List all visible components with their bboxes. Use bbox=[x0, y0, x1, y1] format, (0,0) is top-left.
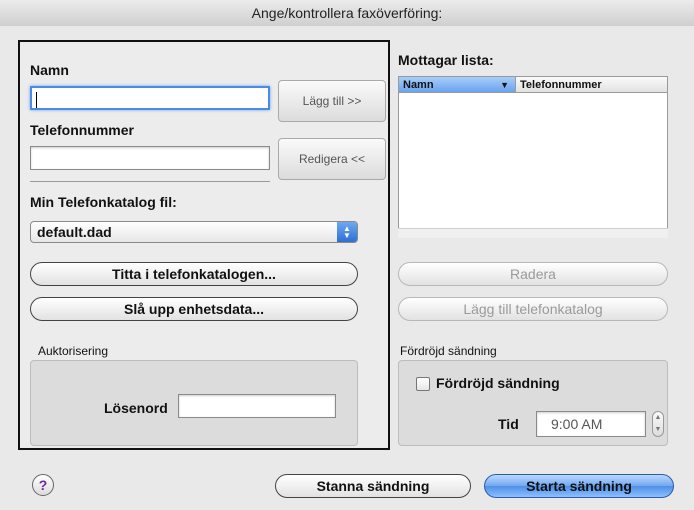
phone-input[interactable] bbox=[30, 146, 270, 170]
delay-checkbox[interactable] bbox=[416, 377, 430, 391]
window-title: Ange/kontrollera faxöverföring: bbox=[0, 0, 694, 27]
name-input[interactable] bbox=[30, 86, 270, 110]
add-button[interactable]: Lägg till >> bbox=[278, 80, 386, 122]
time-input[interactable]: 9:00 AM bbox=[536, 411, 646, 437]
delay-group-label: Fördröjd sändning bbox=[400, 344, 497, 358]
catalog-select-value: default.dad bbox=[37, 224, 112, 240]
stop-sending-button[interactable]: Stanna sändning bbox=[275, 474, 471, 498]
add-to-catalog-button[interactable]: Lägg till telefonkatalog bbox=[398, 297, 668, 321]
delete-button[interactable]: Radera bbox=[398, 262, 668, 286]
edit-button[interactable]: Redigera << bbox=[278, 138, 386, 180]
column-header-name[interactable]: Namn ▼ bbox=[399, 77, 515, 93]
time-label: Tid bbox=[498, 416, 519, 432]
browse-catalog-button[interactable]: Titta i telefonkatalogen... bbox=[30, 262, 358, 286]
catalog-label: Min Telefonkatalog fil: bbox=[30, 194, 177, 210]
catalog-select[interactable]: default.dad ▲ ▼ bbox=[30, 221, 358, 243]
column-header-phone-label: Telefonnummer bbox=[520, 79, 602, 91]
password-input[interactable] bbox=[178, 394, 336, 418]
auth-group-label: Auktorisering bbox=[38, 344, 109, 358]
recipient-list-label: Mottagar lista: bbox=[398, 52, 494, 68]
column-header-phone[interactable]: Telefonnummer bbox=[515, 77, 667, 93]
divider bbox=[30, 181, 270, 182]
password-label: Lösenord bbox=[104, 400, 168, 416]
help-icon[interactable]: ? bbox=[32, 474, 54, 496]
sort-down-icon: ▼ bbox=[500, 80, 509, 90]
text-caret bbox=[36, 92, 37, 108]
select-arrows-icon: ▲ ▼ bbox=[337, 222, 357, 242]
lookup-device-button[interactable]: Slå upp enhetsdata... bbox=[30, 297, 358, 321]
phone-label: Telefonnummer bbox=[30, 122, 134, 138]
recipient-list[interactable] bbox=[398, 76, 668, 238]
column-header-name-label: Namn bbox=[403, 79, 434, 91]
list-scrollbar[interactable] bbox=[398, 228, 668, 238]
start-sending-button[interactable]: Starta sändning bbox=[484, 474, 674, 498]
delay-checkbox-label[interactable]: Fördröjd sändning bbox=[436, 375, 560, 391]
name-label: Namn bbox=[30, 62, 69, 78]
stepper-icon[interactable]: ▲ ▼ bbox=[652, 411, 664, 437]
